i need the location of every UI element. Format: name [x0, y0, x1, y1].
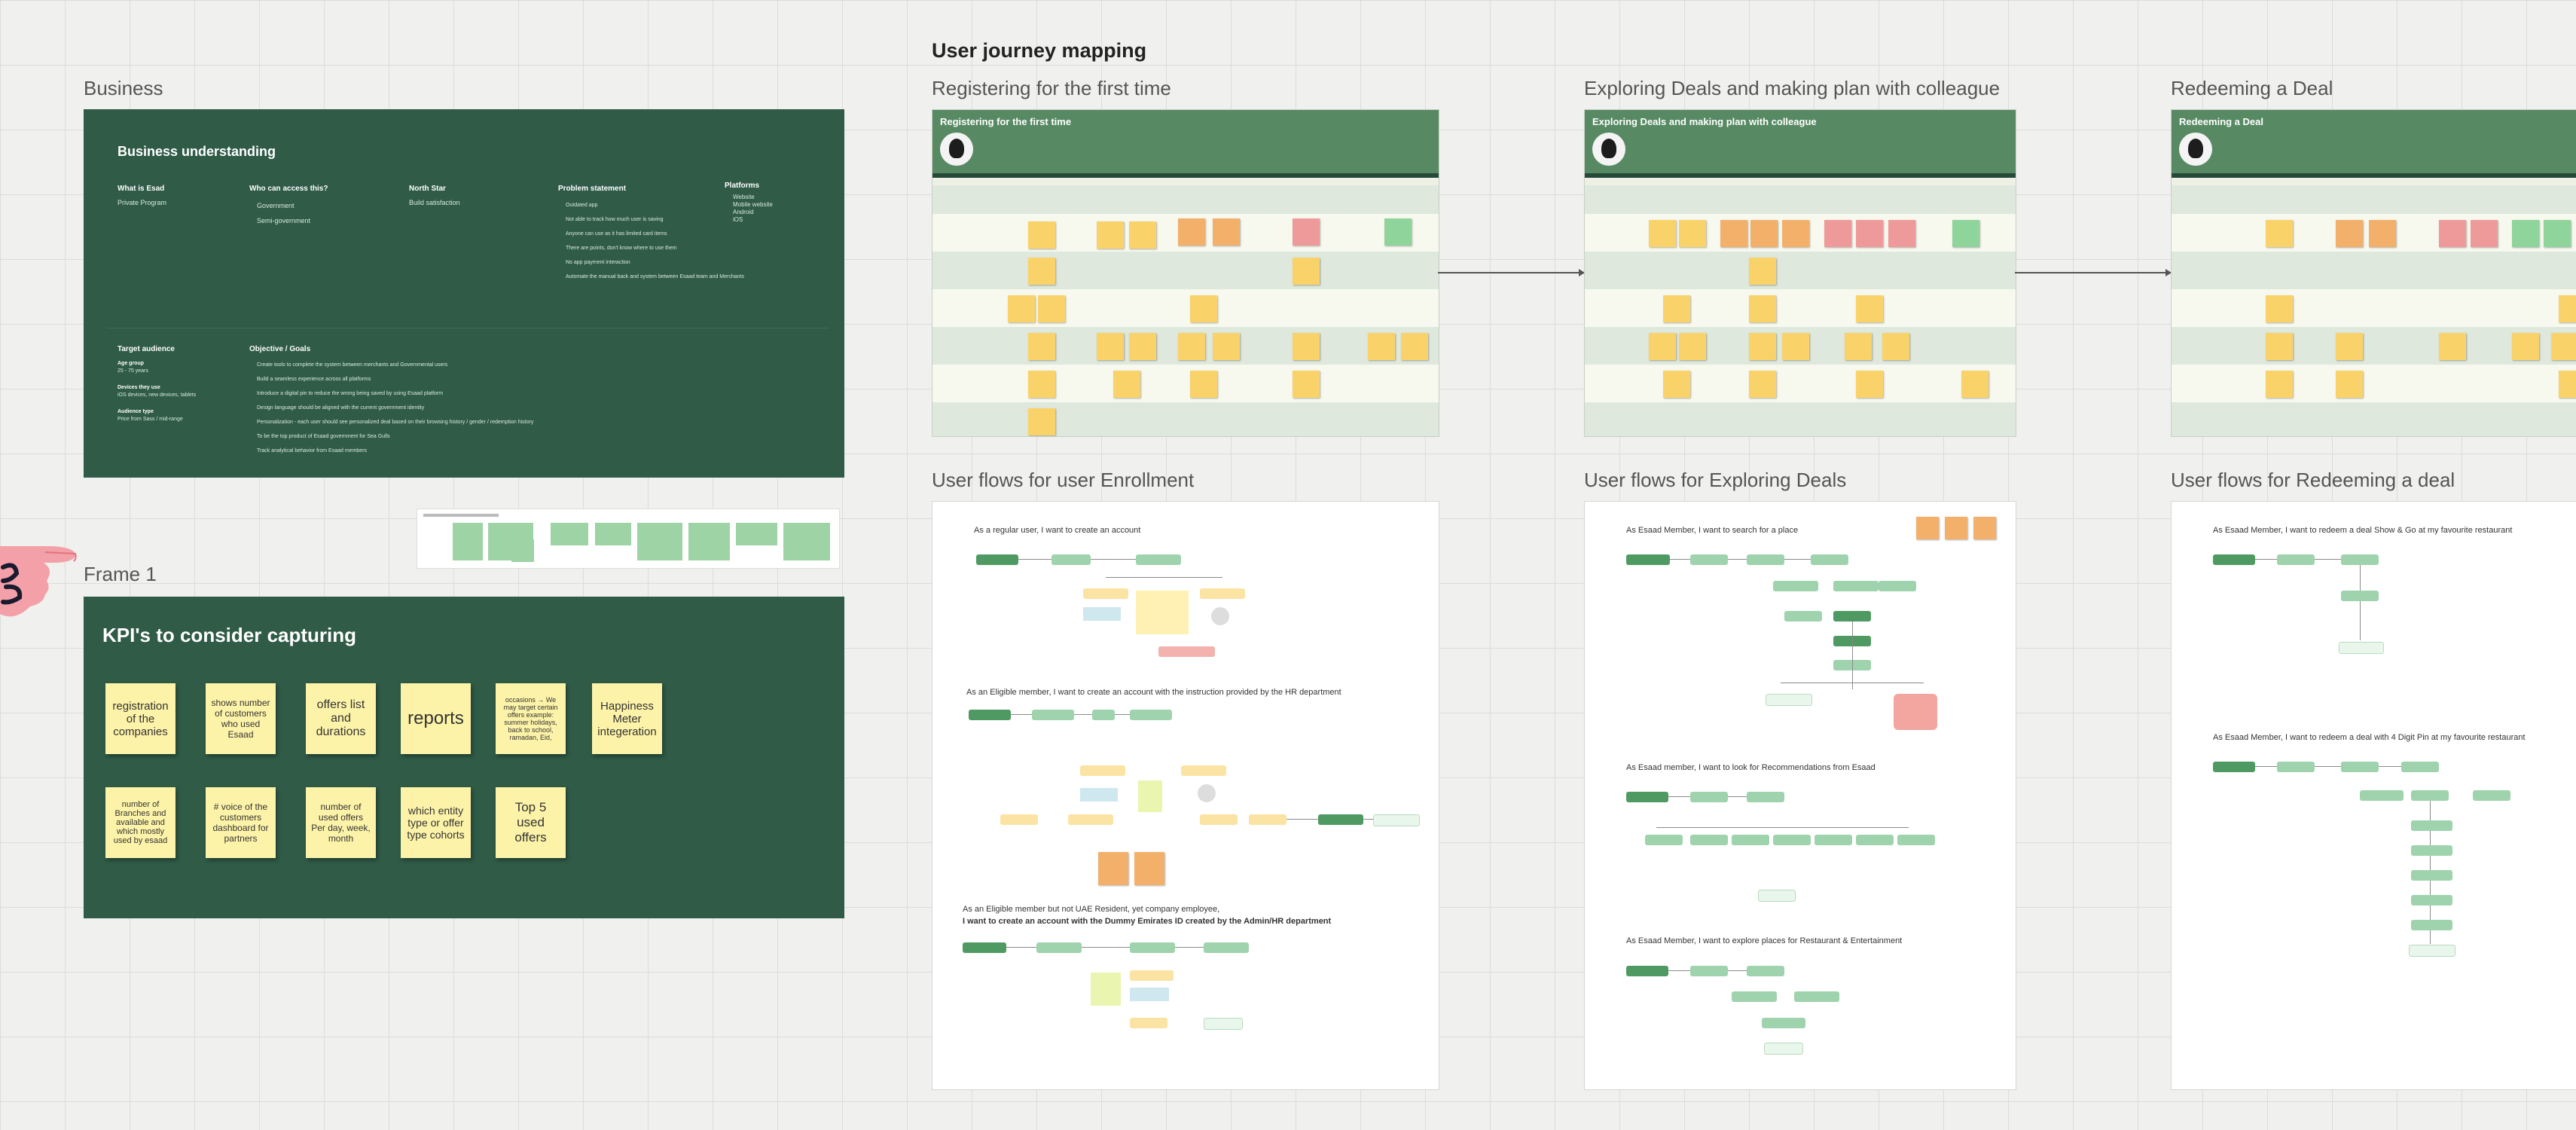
journey-title: Registering for the first time	[940, 116, 1072, 127]
flow-story: As Esaad Member, I want to explore place…	[1626, 936, 1903, 945]
frame-label-redeeming[interactable]: Redeeming a Deal	[2171, 77, 2333, 100]
kpi-sticky[interactable]: which entity type or offer type cohorts	[401, 787, 471, 858]
flow-story: As Esaad Member, I want to redeem a deal…	[2213, 733, 2526, 742]
business-col-text: Private Program	[118, 199, 167, 206]
business-col-text: Government Semi-government	[257, 202, 311, 224]
frame-label-registering[interactable]: Registering for the first time	[932, 77, 1171, 100]
target-item: 25 - 75 years	[118, 368, 148, 374]
flow-board-enrollment[interactable]: As a regular user, I want to create an a…	[932, 501, 1439, 1090]
journey-header: Exploring Deals and making plan with col…	[1585, 110, 2016, 173]
flow-board-redeeming[interactable]: As Esaad Member, I want to redeem a deal…	[2171, 501, 2576, 1090]
target-item: Price from Sass / mid-range	[118, 417, 183, 422]
frame-label-exploring[interactable]: Exploring Deals and making plan with col…	[1584, 77, 2000, 100]
avatar-icon	[1592, 133, 1625, 166]
objective-item: To be the top product of Esaad governmen…	[257, 434, 390, 439]
business-col-heading: Platforms	[725, 182, 760, 190]
business-col-heading: North Star	[409, 185, 446, 193]
frame-label-business[interactable]: Business	[84, 77, 163, 100]
journey-title: Redeeming a Deal	[2179, 116, 2263, 127]
flow-story: As Esaad Member, I want to search for a …	[1626, 526, 1799, 535]
objective-item: Personalization - each user should see p…	[257, 420, 534, 425]
business-col-text: Website Mobile website Android iOS	[733, 194, 773, 223]
flow-board-exploring[interactable]: As Esaad Member, I want to search for a …	[1584, 501, 2016, 1090]
avatar-icon	[940, 133, 973, 166]
business-col-text: Build satisfaction	[409, 199, 460, 206]
kpi-sticky[interactable]: registration of the companies	[105, 683, 175, 754]
kpi-sticky[interactable]: number of used offers Per day, week, mon…	[306, 787, 376, 858]
journey-header: Registering for the first time	[932, 110, 1439, 173]
business-col-heading: What is Esad	[118, 185, 165, 193]
kpi-sticky[interactable]: number of Branches and available and whi…	[105, 787, 175, 858]
objective-item: Design language should be aligned with t…	[257, 405, 425, 411]
objective-item: Track analytical behavior from Esaad mem…	[257, 448, 368, 454]
objective-item: Create tools to complete the system betw…	[257, 362, 448, 368]
flow-story: I want to create an account with the Dum…	[963, 917, 1332, 926]
business-frame[interactable]: Business understanding What is Esad Priv…	[84, 109, 844, 478]
flow-story: As Esaad Member, I want to redeem a deal…	[2213, 526, 2513, 535]
frame-label-flows-enrollment[interactable]: User flows for user Enrollment	[932, 469, 1194, 492]
journey-map-redeeming[interactable]: Redeeming a Deal	[2171, 109, 2576, 437]
kpi-sticky[interactable]: offers list and durations	[306, 683, 376, 754]
business-col-heading: Problem statement	[558, 185, 627, 193]
target-item: iOS devices, new devices, tablets	[118, 392, 197, 398]
objective-heading: Objective / Goals	[249, 345, 311, 353]
connector-arrow[interactable]	[1438, 272, 1584, 273]
flow-story: As Esaad member, I want to look for Reco…	[1626, 763, 1876, 772]
frame-label-frame1[interactable]: Frame 1	[84, 563, 157, 586]
avatar-icon	[2179, 133, 2212, 166]
journey-title: Exploring Deals and making plan with col…	[1592, 116, 1817, 127]
journey-map-exploring[interactable]: Exploring Deals and making plan with col…	[1584, 109, 2016, 437]
objective-item: Introduce a digital pin to reduce the wr…	[257, 391, 444, 396]
kpi-sticky[interactable]: shows number of customers who used Esaad	[206, 683, 276, 754]
kpi-title: KPI's to consider capturing	[102, 624, 357, 646]
kpi-frame[interactable]: KPI's to consider capturing	[84, 597, 844, 918]
page-title: User journey mapping	[932, 39, 1147, 62]
frame-label-flows-exploring[interactable]: User flows for Exploring Deals	[1584, 469, 1846, 492]
kpi-sticky[interactable]: reports	[401, 683, 471, 754]
connector-arrow[interactable]	[2015, 272, 2171, 273]
target-heading: Target audience	[118, 345, 175, 353]
journey-header: Redeeming a Deal	[2172, 110, 2576, 173]
kpi-sticky[interactable]: # voice of the customers dashboard for p…	[206, 787, 276, 858]
kpi-sticky[interactable]: occasions → We may target certain offers…	[496, 683, 566, 754]
kpi-sticky[interactable]: Top 5 used offers	[496, 787, 566, 858]
flow-story: As a regular user, I want to create an a…	[974, 526, 1141, 535]
business-col-heading: Who can access this?	[249, 185, 328, 193]
hand-pointer-icon[interactable]	[0, 539, 83, 625]
journey-map-registering[interactable]: Registering for the first time	[932, 109, 1439, 437]
kpi-sticky[interactable]: Happiness Meter integeration	[592, 683, 662, 754]
flow-story: As an Eligible member, I want to create …	[966, 688, 1341, 697]
frame-label-flows-redeeming[interactable]: User flows for Redeeming a deal	[2171, 469, 2455, 492]
flow-story: As an Eligible member but not UAE Reside…	[963, 905, 1220, 914]
objective-item: Build a seamless experience across all p…	[257, 377, 371, 382]
business-title: Business understanding	[118, 144, 276, 159]
business-col-text: Outdated app Not able to track how much …	[566, 203, 744, 279]
mini-card-strip[interactable]	[417, 508, 840, 569]
